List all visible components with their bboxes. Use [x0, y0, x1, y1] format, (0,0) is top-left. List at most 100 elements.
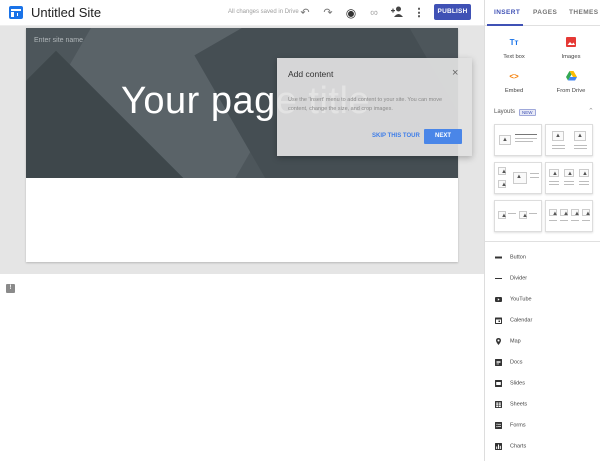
- site-name-field[interactable]: Enter site name: [34, 37, 83, 44]
- preview-eye-icon[interactable]: ◉: [344, 6, 358, 20]
- image-placeholder-icon: [579, 169, 589, 178]
- slides-icon: [495, 380, 502, 387]
- layout-option[interactable]: [545, 124, 593, 156]
- insert-calendar[interactable]: Calendar: [495, 317, 532, 324]
- feedback-icon[interactable]: !: [6, 284, 15, 293]
- youtube-icon: [495, 296, 502, 303]
- next-button[interactable]: NEXT: [424, 129, 462, 144]
- insert-button[interactable]: Button: [495, 254, 526, 261]
- insert-text-box[interactable]: Tт Text box: [488, 37, 540, 60]
- add-person-icon[interactable]: [390, 6, 404, 20]
- redo-icon[interactable]: ↷: [321, 6, 335, 20]
- close-icon[interactable]: ×: [452, 67, 458, 79]
- section-divider: [485, 241, 600, 242]
- image-placeholder-icon: [582, 209, 591, 218]
- layouts-heading: Layouts: [494, 109, 516, 115]
- image-placeholder-icon: [498, 167, 507, 176]
- image-placeholder-icon: [571, 209, 580, 218]
- insert-docs[interactable]: Docs: [495, 359, 523, 366]
- layout-line: [529, 213, 537, 214]
- image-placeholder-icon: [549, 169, 559, 178]
- sheets-icon: [495, 401, 502, 408]
- layout-line: [549, 184, 559, 185]
- new-badge: NEW: [519, 109, 536, 116]
- layout-line: [574, 148, 587, 149]
- undo-icon[interactable]: ↶: [298, 6, 312, 20]
- layout-line: [579, 184, 589, 185]
- layout-option[interactable]: [545, 162, 593, 194]
- divider-icon: [495, 275, 502, 282]
- insert-charts[interactable]: Charts: [495, 443, 526, 450]
- calendar-icon: [495, 317, 502, 324]
- tab-pages[interactable]: PAGES: [533, 9, 557, 16]
- sites-editor: Untitled Site All changes saved in Drive…: [0, 0, 600, 461]
- insert-map[interactable]: Map: [495, 338, 521, 345]
- insert-from-drive[interactable]: From Drive: [545, 71, 597, 94]
- image-placeholder-icon: [499, 135, 511, 145]
- collapse-icon[interactable]: ⌃: [588, 107, 594, 115]
- layout-line: [508, 213, 516, 214]
- layout-line: [560, 220, 568, 221]
- layout-option[interactable]: [494, 162, 542, 194]
- image-placeholder-icon: [564, 169, 574, 178]
- layout-line: [549, 220, 557, 221]
- element-label: Map: [510, 338, 521, 345]
- button-icon: [495, 254, 502, 261]
- layout-line: [582, 220, 590, 221]
- tab-themes[interactable]: THEMES: [569, 9, 599, 16]
- insert-forms[interactable]: Forms: [495, 422, 526, 429]
- element-label: Calendar: [510, 317, 533, 324]
- insert-images[interactable]: Images: [545, 37, 597, 60]
- element-label: Sheets: [510, 401, 528, 408]
- layout-line: [564, 181, 574, 182]
- more-vert-icon[interactable]: ⋮: [412, 6, 426, 20]
- layout-line: [530, 177, 539, 178]
- layout-line: [515, 134, 537, 135]
- element-label: Slides: [510, 380, 525, 387]
- insert-divider[interactable]: Divider: [495, 275, 527, 282]
- element-label: Divider: [510, 275, 528, 282]
- layout-line: [564, 184, 574, 185]
- insert-sheets[interactable]: Sheets: [495, 401, 527, 408]
- image-placeholder-icon: [560, 209, 569, 218]
- image-placeholder-icon: [519, 211, 528, 220]
- insert-item-label: Text box: [503, 54, 525, 60]
- insert-slides[interactable]: Slides: [495, 380, 525, 387]
- layout-line: [552, 145, 565, 146]
- layout-line: [549, 181, 559, 182]
- element-label: YouTube: [510, 296, 532, 303]
- layout-option[interactable]: [494, 124, 542, 156]
- layout-line: [515, 138, 537, 139]
- charts-icon: [495, 443, 502, 450]
- docs-icon: [495, 359, 502, 366]
- image-icon: [565, 37, 577, 49]
- drive-icon: [565, 71, 577, 83]
- site-title[interactable]: Untitled Site: [31, 5, 101, 20]
- text-box-icon: Tт: [509, 38, 519, 47]
- publish-button[interactable]: PUBLISH: [434, 4, 471, 20]
- active-tab-indicator: [487, 24, 523, 26]
- layout-option[interactable]: [494, 200, 542, 232]
- tab-insert[interactable]: INSERT: [494, 9, 520, 16]
- sites-logo-icon[interactable]: [9, 6, 23, 19]
- insert-youtube[interactable]: YouTube: [495, 296, 532, 303]
- insert-item-label: From Drive: [556, 88, 586, 94]
- layout-line: [530, 173, 539, 174]
- layout-line: [571, 220, 579, 221]
- image-placeholder-icon: [549, 209, 558, 218]
- layout-option[interactable]: [545, 200, 593, 232]
- insert-embed[interactable]: <> Embed: [488, 71, 540, 94]
- image-placeholder-icon: [552, 131, 564, 141]
- element-label: Docs: [510, 359, 523, 366]
- popup-text: Use the 'Insert' menu to add content to …: [288, 97, 443, 112]
- element-label: Charts: [510, 443, 527, 450]
- popup-title: Add content: [288, 69, 334, 79]
- insert-item-label: Images: [561, 54, 581, 60]
- skip-tour-button[interactable]: SKIP THIS TOUR: [372, 133, 420, 139]
- side-panel: INSERT PAGES THEMES Tт Text box Images <…: [484, 0, 600, 461]
- layout-line: [574, 145, 587, 146]
- top-bar: Untitled Site All changes saved in Drive…: [0, 0, 484, 26]
- link-icon[interactable]: ∞: [367, 6, 381, 20]
- layout-line: [515, 141, 533, 142]
- insert-item-label: Embed: [504, 88, 524, 94]
